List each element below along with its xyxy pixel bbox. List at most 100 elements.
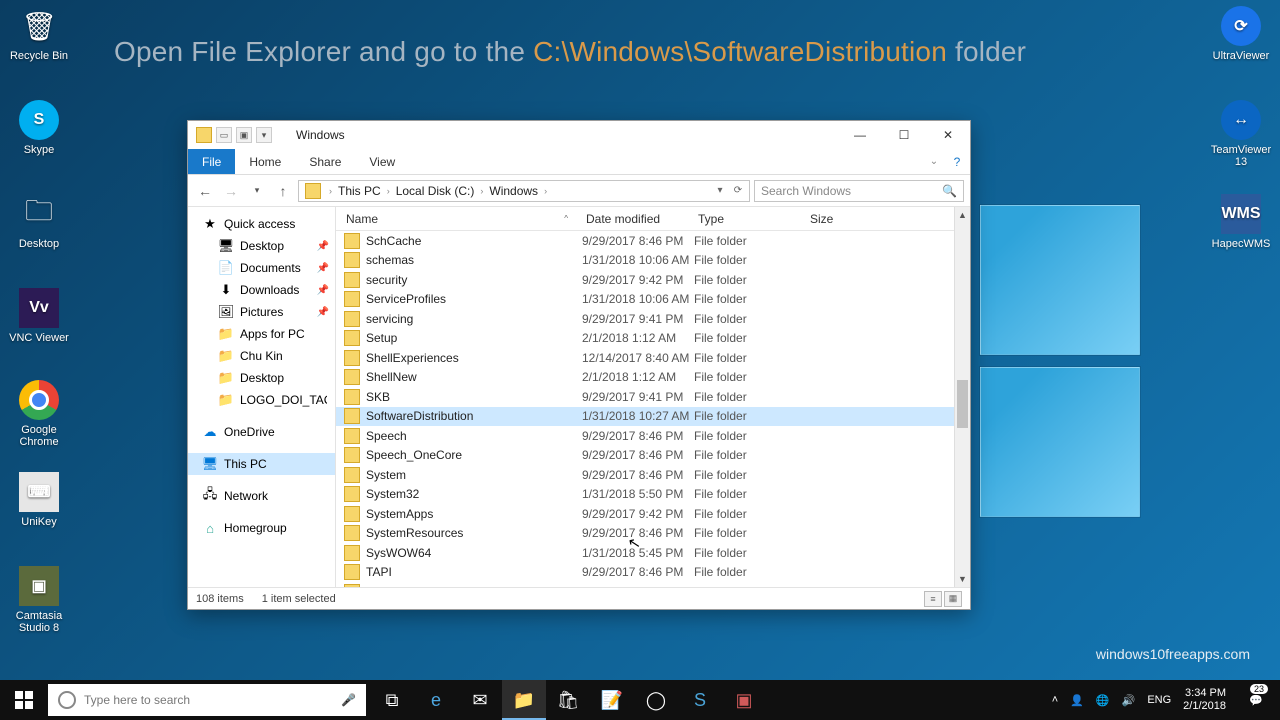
qat-dropdown-icon[interactable]: ▾	[256, 127, 272, 143]
taskbar-snagit-icon[interactable]: S	[678, 680, 722, 720]
tray-people-icon[interactable]: 👤	[1070, 694, 1084, 707]
task-view-icon[interactable]: ⧉	[370, 680, 414, 720]
view-large-icon[interactable]: ▦	[944, 591, 962, 607]
taskbar-notepad-icon[interactable]: 📝	[590, 680, 634, 720]
desktop-icon-ultraviewer[interactable]: ⟳UltraViewer	[1206, 6, 1276, 62]
vertical-scrollbar[interactable]: ▲ ▼	[954, 207, 970, 587]
back-button[interactable]: ←	[194, 180, 216, 202]
folder-icon	[344, 369, 360, 385]
refresh-icon[interactable]: ⟳	[729, 185, 747, 196]
desktop-icon-camtasia-studio-8[interactable]: ▣Camtasia Studio 8	[4, 566, 74, 634]
file-row-security[interactable]: security9/29/2017 9:42 PMFile folder	[336, 270, 970, 290]
nav-quick-access[interactable]: ★Quick access	[188, 213, 335, 235]
desktop-icon-skype[interactable]: SSkype	[4, 100, 74, 156]
taskbar-search-input[interactable]: Type here to search 🎤	[48, 684, 366, 716]
tray-lang[interactable]: ENG	[1147, 694, 1171, 706]
column-size[interactable]: Size	[800, 212, 970, 226]
help-icon[interactable]: ?	[944, 149, 970, 174]
taskbar-mail-icon[interactable]: ✉	[458, 680, 502, 720]
file-row-syswow64[interactable]: SysWOW641/31/2018 5:45 PMFile folder	[336, 543, 970, 563]
desktop-icon-google-chrome[interactable]: Google Chrome	[4, 380, 74, 448]
nav-quick-downloads[interactable]: ⬇Downloads📌	[188, 279, 335, 301]
tab-view[interactable]: View	[355, 149, 409, 174]
file-row-softwaredistribution[interactable]: SoftwareDistribution1/31/2018 10:27 AMFi…	[336, 407, 970, 427]
scroll-up-icon[interactable]: ▲	[955, 207, 970, 223]
folder-icon	[344, 545, 360, 561]
address-dropdown-icon[interactable]: ▾	[711, 185, 729, 196]
tab-home[interactable]: Home	[235, 149, 295, 174]
file-row-systemapps[interactable]: SystemApps9/29/2017 9:42 PMFile folder	[336, 504, 970, 524]
folder-icon	[344, 506, 360, 522]
maximize-button[interactable]: ☐	[882, 121, 926, 149]
desktop-icon-unikey[interactable]: ⌨UniKey	[4, 472, 74, 528]
qat-properties-icon[interactable]: ▭	[216, 127, 232, 143]
ribbon-expand-icon[interactable]: ⌄	[924, 149, 944, 174]
taskbar-camtasia-icon[interactable]: ▣	[722, 680, 766, 720]
tab-file[interactable]: File	[188, 149, 235, 174]
crumb-this-pc[interactable]: This PC	[336, 184, 383, 198]
crumb-windows[interactable]: Windows	[487, 184, 540, 198]
file-row-tasks[interactable]: Tasks1/31/2018 5:45 PMFile folder	[336, 582, 970, 587]
file-row-speech-onecore[interactable]: Speech_OneCore9/29/2017 8:46 PMFile fold…	[336, 446, 970, 466]
taskbar-edge-icon[interactable]: e	[414, 680, 458, 720]
tray-sound-icon[interactable]: 🔊	[1122, 694, 1136, 707]
file-row-serviceprofiles[interactable]: ServiceProfiles1/31/2018 10:06 AMFile fo…	[336, 290, 970, 310]
scroll-down-icon[interactable]: ▼	[955, 571, 970, 587]
desktop-icon-hapecwms[interactable]: WMSHapecWMS	[1206, 194, 1276, 250]
qat-newfolder-icon[interactable]: ▣	[236, 127, 252, 143]
nav-quick-logo-doi-tac-lie[interactable]: 📁LOGO_DOI_TAC_LIE	[188, 389, 335, 411]
search-input[interactable]: Search Windows 🔍	[754, 180, 964, 202]
view-details-icon[interactable]: ≡	[924, 591, 942, 607]
file-row-schemas[interactable]: schemas1/31/2018 10:06 AMFile folder	[336, 251, 970, 271]
desktop-icon-vnc-viewer[interactable]: VvVNC Viewer	[4, 288, 74, 344]
taskbar-chrome-icon[interactable]: ◯	[634, 680, 678, 720]
navigation-pane[interactable]: ★Quick access 🖥Desktop📌📄Documents📌⬇Downl…	[188, 207, 336, 587]
start-button[interactable]	[0, 680, 48, 720]
file-row-system32[interactable]: System321/31/2018 5:50 PMFile folder	[336, 485, 970, 505]
nav-quick-documents[interactable]: 📄Documents📌	[188, 257, 335, 279]
ribbon-tabs: File Home Share View ⌄ ?	[188, 149, 970, 175]
action-center-icon[interactable]: 💬23	[1238, 680, 1274, 720]
taskbar-store-icon[interactable]: 🛍	[546, 680, 590, 720]
recent-dropdown-icon[interactable]: ▾	[246, 180, 268, 202]
desktop-icon-teamviewer-13[interactable]: ↔TeamViewer 13	[1206, 100, 1276, 168]
taskbar-explorer-icon[interactable]: 📁	[502, 680, 546, 720]
nav-network[interactable]: 🖧Network	[188, 485, 335, 507]
file-row-shellexperiences[interactable]: ShellExperiences12/14/2017 8:40 AMFile f…	[336, 348, 970, 368]
address-bar[interactable]: › This PC › Local Disk (C:) › Windows › …	[298, 180, 750, 202]
nav-quick-apps-for-pc[interactable]: 📁Apps for PC	[188, 323, 335, 345]
nav-quick-chu-kin[interactable]: 📁Chu Kin	[188, 345, 335, 367]
folder-icon	[344, 272, 360, 288]
file-row-speech[interactable]: Speech9/29/2017 8:46 PMFile folder	[336, 426, 970, 446]
mic-icon[interactable]: 🎤	[341, 693, 356, 707]
close-button[interactable]: ✕	[926, 121, 970, 149]
file-row-schcache[interactable]: SchCache9/29/2017 8:46 PMFile folder	[336, 231, 970, 251]
forward-button[interactable]: →	[220, 180, 242, 202]
tray-clock[interactable]: 3:34 PM2/1/2018	[1183, 687, 1226, 712]
column-name[interactable]: Name^	[336, 212, 576, 226]
column-date[interactable]: Date modified	[576, 212, 688, 226]
nav-quick-pictures[interactable]: 🖼Pictures📌	[188, 301, 335, 323]
nav-quick-desktop[interactable]: 📁Desktop	[188, 367, 335, 389]
minimize-button[interactable]: —	[838, 121, 882, 149]
scroll-thumb[interactable]	[957, 380, 968, 428]
nav-quick-desktop[interactable]: 🖥Desktop📌	[188, 235, 335, 257]
tab-share[interactable]: Share	[295, 149, 355, 174]
nav-onedrive[interactable]: ☁OneDrive	[188, 421, 335, 443]
up-button[interactable]: ↑	[272, 180, 294, 202]
crumb-local-disk[interactable]: Local Disk (C:)	[394, 184, 477, 198]
tray-expand-icon[interactable]: ˄	[1052, 694, 1058, 706]
tray-network-icon[interactable]: 🌐	[1096, 694, 1110, 707]
file-row-setup[interactable]: Setup2/1/2018 1:12 AMFile folder	[336, 329, 970, 349]
file-row-systemresources[interactable]: SystemResources9/29/2017 8:46 PMFile fol…	[336, 524, 970, 544]
desktop-icon-recycle-bin[interactable]: 🗑Recycle Bin	[4, 6, 74, 62]
file-row-system[interactable]: System9/29/2017 8:46 PMFile folder	[336, 465, 970, 485]
column-type[interactable]: Type	[688, 212, 800, 226]
file-row-tapi[interactable]: TAPI9/29/2017 8:46 PMFile folder	[336, 563, 970, 583]
nav-homegroup[interactable]: ⌂Homegroup	[188, 517, 335, 539]
file-row-servicing[interactable]: servicing9/29/2017 9:41 PMFile folder	[336, 309, 970, 329]
nav-this-pc[interactable]: 🖥This PC	[188, 453, 335, 475]
file-row-shellnew[interactable]: ShellNew2/1/2018 1:12 AMFile folder	[336, 368, 970, 388]
file-row-skb[interactable]: SKB9/29/2017 9:41 PMFile folder	[336, 387, 970, 407]
desktop-icon-desktop[interactable]: 🗀Desktop	[4, 194, 74, 250]
